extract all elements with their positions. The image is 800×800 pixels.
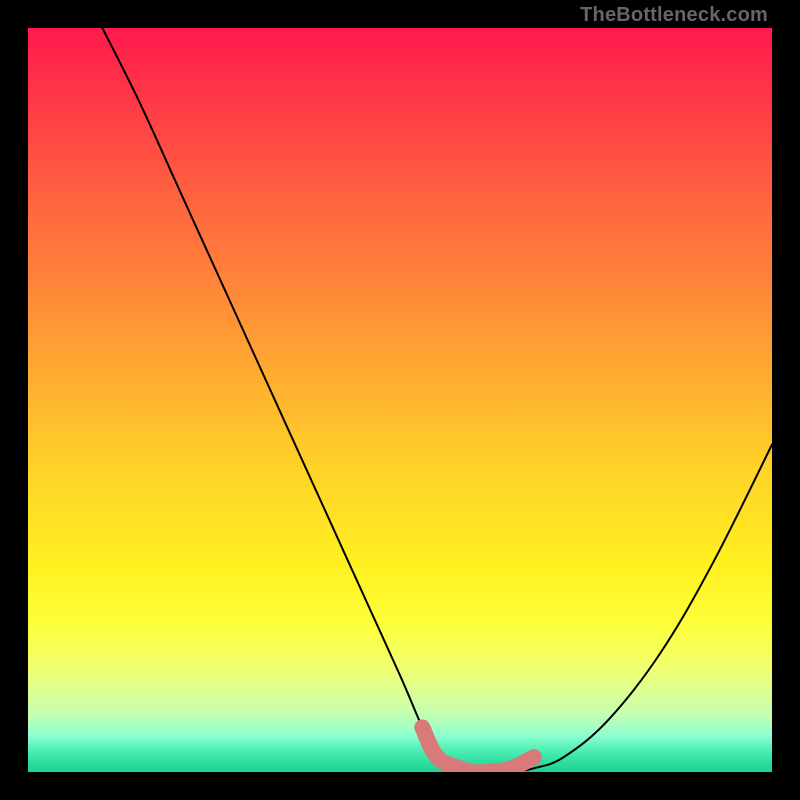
- watermark-label: TheBottleneck.com: [580, 4, 768, 27]
- chart-svg: [28, 28, 772, 772]
- bottleneck-curve: [102, 28, 772, 772]
- optimal-range-marker: [422, 727, 534, 772]
- chart-frame: TheBottleneck.com: [0, 0, 800, 800]
- plot-area: [28, 28, 772, 772]
